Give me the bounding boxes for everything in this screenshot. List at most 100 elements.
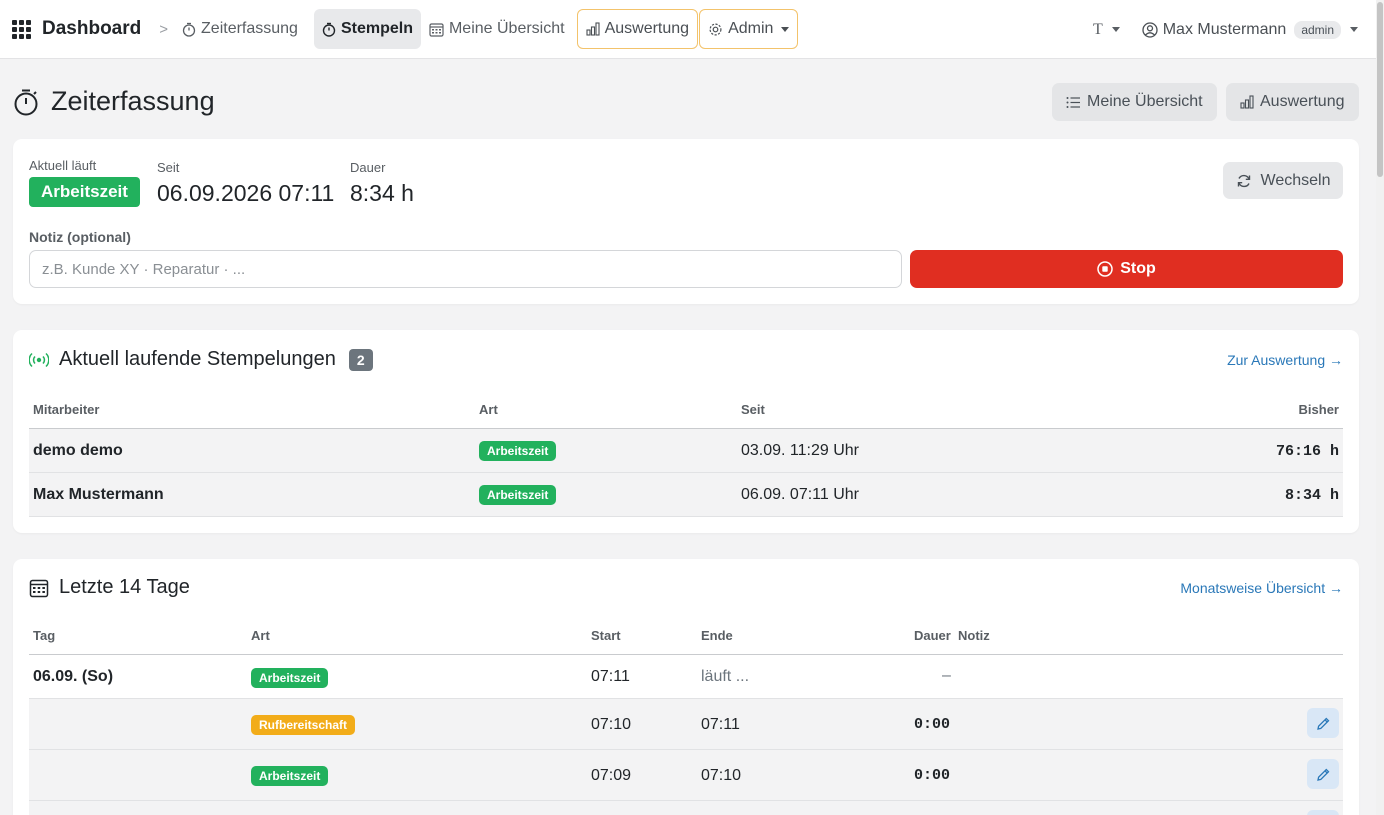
table-row: demo demo Arbeitszeit 03.09. 11:29 Uhr 7…	[29, 429, 1343, 473]
column-header: Tag	[33, 628, 56, 643]
breadcrumb-label: Zeiterfassung	[201, 20, 298, 37]
end-cell: 07:10	[701, 767, 742, 784]
table-row: 06.09. (So) Arbeitszeit 07:11 läuft ... …	[29, 655, 1343, 699]
duration-cell: –	[942, 667, 951, 684]
nav-auswertung[interactable]: Auswertung	[576, 9, 699, 49]
scrollbar-thumb[interactable]	[1377, 2, 1383, 177]
auswertung-link[interactable]: Zur Auswertung →	[1227, 352, 1343, 368]
nav-label: Auswertung	[604, 20, 690, 37]
column-header: Art	[479, 402, 498, 417]
since-value: 06.09.2026 07:11	[157, 180, 335, 206]
chevron-down-icon	[1350, 27, 1358, 32]
chevron-down-icon	[781, 26, 790, 32]
bar-chart-icon	[586, 22, 600, 36]
broadcast-icon	[29, 352, 49, 368]
column-header: Notiz	[958, 628, 990, 643]
page-scrollbar[interactable]	[1376, 0, 1384, 815]
nav-label: Stempeln	[340, 20, 413, 37]
type-badge: Rufbereitschaft	[251, 715, 356, 735]
table-row: Arbeitszeit 07:09 07:10 0:00	[29, 750, 1343, 801]
so-far-cell: 8:34 h	[1284, 487, 1339, 504]
start-cell: 07:09	[591, 767, 632, 784]
nav-label: Admin	[728, 20, 774, 37]
start-cell: 07:10	[591, 716, 632, 733]
running-label: Aktuell läuft	[29, 158, 97, 173]
recent-days-card: Letzte 14 Tage Monatsweise Übersicht → T…	[13, 559, 1359, 815]
theme-toggle[interactable]: T	[1093, 21, 1120, 39]
duration-cell: 0:00	[914, 716, 951, 733]
running-entries-card: Aktuell laufende Stempelungen 2 Zur Ausw…	[13, 330, 1359, 533]
note-input[interactable]	[29, 250, 902, 288]
calendar-icon	[429, 22, 444, 37]
nav-stempeln[interactable]: Stempeln	[313, 9, 421, 49]
button-label: Meine Übersicht	[1087, 93, 1203, 110]
stopwatch-icon	[322, 22, 336, 37]
user-menu[interactable]: Max Mustermann admin	[1142, 20, 1358, 39]
pencil-icon	[1316, 717, 1329, 730]
employee-name: Max Mustermann	[33, 486, 164, 503]
duration-label: Dauer	[350, 160, 386, 175]
stop-circle-icon	[1097, 261, 1113, 277]
end-cell: läuft ...	[701, 668, 750, 685]
pencil-icon	[1316, 768, 1329, 781]
button-label: Auswertung	[1260, 93, 1345, 110]
start-cell: 07:11	[591, 668, 630, 685]
since-cell: 03.09. 11:29 Uhr	[741, 442, 860, 459]
monthly-overview-link[interactable]: Monatsweise Übersicht →	[1180, 580, 1343, 596]
chevron-down-icon	[1111, 27, 1120, 32]
type-badge: Arbeitszeit	[479, 441, 557, 461]
duration-cell: 0:00	[914, 767, 951, 784]
switch-button[interactable]: Wechseln	[1223, 162, 1343, 199]
button-label: Stop	[1120, 260, 1156, 277]
edit-button[interactable]	[1307, 708, 1339, 738]
since-cell: 06.09. 07:11 Uhr	[741, 486, 860, 503]
table-row: Rufbereitschaft 07:10 07:11 0:00	[29, 699, 1343, 750]
column-header: Ende	[701, 628, 733, 643]
stopwatch-icon	[182, 22, 196, 37]
breadcrumb-separator-icon: >	[159, 20, 169, 38]
bar-chart-icon	[1240, 95, 1254, 109]
calendar-icon	[29, 578, 49, 598]
page-heading: Zeiterfassung	[51, 86, 215, 116]
table-row	[29, 801, 1343, 815]
meine-uebersicht-button[interactable]: Meine Übersicht	[1052, 83, 1217, 121]
nav-meine-uebersicht[interactable]: Meine Übersicht	[421, 9, 573, 49]
role-badge: admin	[1294, 20, 1341, 39]
edit-button[interactable]	[1307, 759, 1339, 789]
auswertung-button[interactable]: Auswertung	[1226, 83, 1359, 121]
so-far-cell: 76:16 h	[1275, 443, 1339, 460]
edit-button[interactable]	[1307, 810, 1339, 815]
brand-title: Dashboard	[42, 18, 142, 39]
type-badge: Arbeitszeit	[251, 766, 329, 786]
column-header: Mitarbeiter	[33, 402, 100, 417]
user-name: Max Mustermann	[1162, 20, 1287, 38]
column-header: Start	[591, 628, 621, 643]
card-title: Letzte 14 Tage	[29, 576, 190, 599]
card-heading: Letzte 14 Tage	[59, 576, 190, 598]
column-header: Dauer	[914, 628, 951, 643]
stop-button[interactable]: Stop	[910, 250, 1343, 288]
count-badge: 2	[348, 348, 373, 371]
table-row: Max Mustermann Arbeitszeit 06.09. 07:11 …	[29, 473, 1343, 517]
brand-link[interactable]: Dashboard	[12, 9, 141, 49]
page-title: Zeiterfassung	[13, 86, 215, 117]
card-title: Aktuell laufende Stempelungen 2	[29, 348, 373, 371]
current-tracking-card: Aktuell läuft Arbeitszeit Seit 06.09.202…	[13, 139, 1359, 304]
type-badge: Arbeitszeit	[251, 668, 329, 688]
button-label: Wechseln	[1260, 171, 1331, 189]
nav-admin-dropdown[interactable]: Admin	[699, 9, 799, 49]
apps-grid-icon	[12, 19, 31, 39]
top-navbar: Dashboard > Zeiterfassung Stempeln Meine…	[0, 0, 1376, 59]
column-header: Art	[251, 628, 270, 643]
card-heading: Aktuell laufende Stempelungen	[59, 348, 336, 370]
breadcrumb-zeiterfassung[interactable]: Zeiterfassung	[174, 9, 306, 49]
column-header: Seit	[741, 402, 765, 417]
note-label: Notiz (optional)	[29, 229, 131, 245]
day-cell: 06.09. (So)	[33, 668, 114, 685]
duration-value: 8:34 h	[350, 180, 414, 206]
gear-icon	[708, 22, 723, 37]
list-icon	[1066, 96, 1081, 109]
employee-name: demo demo	[33, 442, 123, 459]
nav-label: Meine Übersicht	[448, 20, 565, 37]
since-label: Seit	[157, 160, 180, 175]
